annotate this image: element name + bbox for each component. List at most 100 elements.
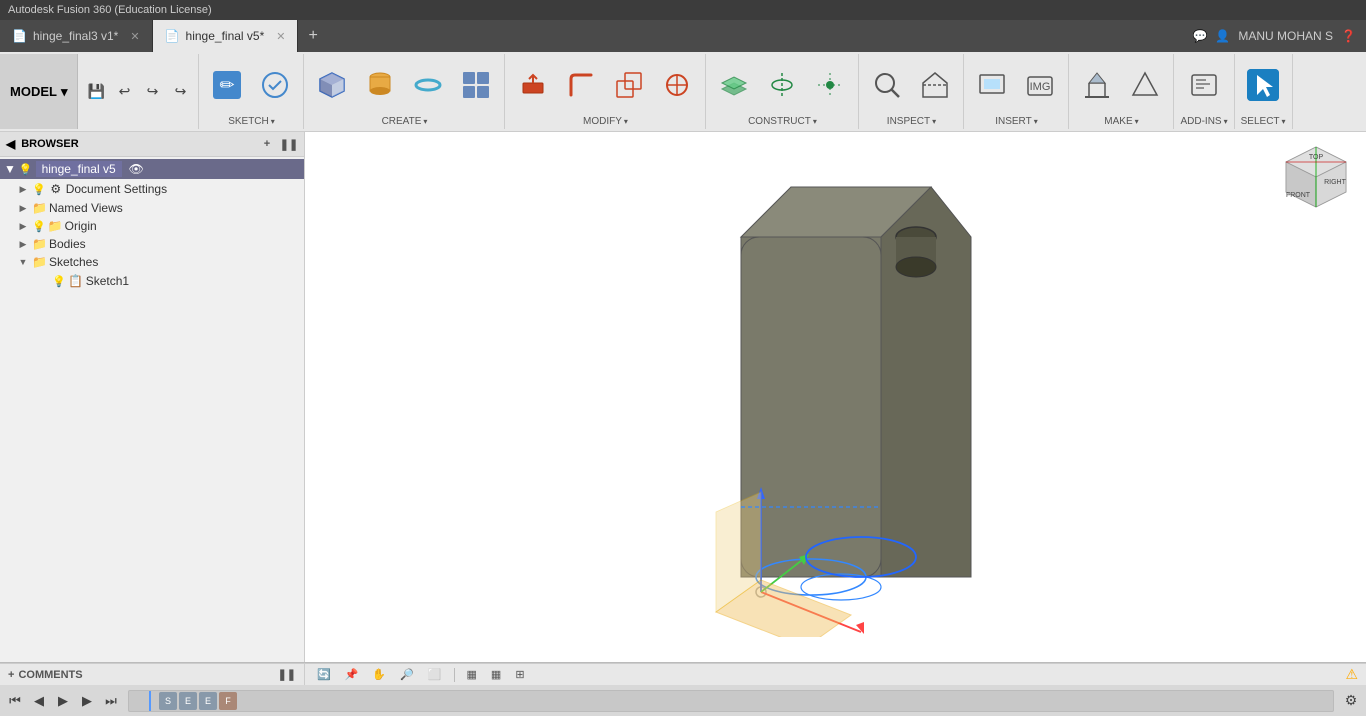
sketch-button[interactable]: ✏ bbox=[205, 65, 249, 105]
timeline-last-button[interactable]: ⏭ bbox=[100, 690, 122, 712]
timeline-prev-icon: ◀ bbox=[34, 693, 44, 709]
section-analysis-button[interactable] bbox=[913, 65, 957, 105]
create-more-button[interactable] bbox=[454, 65, 498, 105]
browser-item-named-views[interactable]: ▶ 📁 Named Views bbox=[0, 199, 304, 217]
comments-collapse-button[interactable]: ❚❚ bbox=[278, 668, 296, 681]
undo-button[interactable]: ↩ bbox=[112, 80, 136, 104]
icon-sketch1: 📋 bbox=[68, 273, 84, 289]
make-3d-print-button[interactable] bbox=[1075, 65, 1119, 105]
sketch-items: ✏ bbox=[205, 56, 297, 114]
insert-decal-button[interactable]: IMG bbox=[1018, 65, 1062, 105]
browser-item-doc-settings[interactable]: ▶ 💡 ⚙ Document Settings bbox=[0, 179, 304, 199]
account-icon[interactable]: 👤 bbox=[1215, 29, 1230, 43]
tab-close-2[interactable]: ✕ bbox=[276, 30, 285, 43]
addins-scripts-button[interactable] bbox=[1182, 65, 1226, 105]
browser-more-button[interactable]: ❚❚ bbox=[280, 135, 298, 153]
timeline-next-button[interactable]: ▶ bbox=[76, 690, 98, 712]
select-label[interactable]: SELECT ▾ bbox=[1241, 116, 1286, 127]
inspect-items bbox=[865, 56, 957, 114]
redo-button-2[interactable]: ↪ bbox=[168, 80, 192, 104]
comments-label: COMMENTS bbox=[18, 669, 82, 681]
new-tab-button[interactable]: + bbox=[298, 20, 327, 52]
addins-scripts-icon bbox=[1188, 69, 1220, 101]
finish-sketch-button[interactable] bbox=[253, 65, 297, 105]
timeline-item-1[interactable]: S bbox=[159, 692, 177, 710]
model-dropdown[interactable]: MODEL ▾ bbox=[0, 54, 78, 129]
sketch-label[interactable]: SKETCH ▾ bbox=[228, 116, 275, 127]
warning-icon[interactable]: ⚠ bbox=[1345, 666, 1358, 683]
tab-hinge-final3[interactable]: 📄 hinge_final3 v1* ✕ bbox=[0, 20, 153, 52]
select-button[interactable] bbox=[1241, 65, 1285, 105]
timeline-item-4[interactable]: F bbox=[219, 692, 237, 710]
quick-toolbar: 💾 ↩ ↪ ↪ bbox=[78, 54, 199, 129]
timeline-settings-button[interactable]: ⚙ bbox=[1340, 690, 1362, 712]
insert-canvas-button[interactable] bbox=[970, 65, 1014, 105]
app-title: Autodesk Fusion 360 (Education License) bbox=[8, 4, 212, 16]
timeline-first-button[interactable]: ⏮ bbox=[4, 690, 26, 712]
tab-close-1[interactable]: ✕ bbox=[130, 30, 139, 43]
timeline-prev-button[interactable]: ◀ bbox=[28, 690, 50, 712]
tab-hinge-final-v5[interactable]: 📄 hinge_final v5* ✕ bbox=[153, 20, 299, 52]
expand-icon-bodies: ▶ bbox=[16, 239, 30, 250]
timeline-item-3[interactable]: E bbox=[199, 692, 217, 710]
timeline-play-button[interactable]: ▶ bbox=[52, 690, 74, 712]
create-torus-button[interactable] bbox=[406, 65, 450, 105]
browser-item-sketches[interactable]: ▼ 📁 Sketches bbox=[0, 253, 304, 271]
nav-zoom-button[interactable]: 🔎 bbox=[396, 667, 418, 682]
inspect-label[interactable]: INSPECT ▾ bbox=[887, 116, 936, 127]
create-cylinder-button[interactable] bbox=[358, 65, 402, 105]
construct-point-button[interactable] bbox=[808, 65, 852, 105]
combine-button[interactable] bbox=[607, 65, 651, 105]
notification-icon[interactable]: 💬 bbox=[1192, 29, 1207, 43]
browser-add-button[interactable]: + bbox=[258, 135, 276, 153]
nav-fit-button[interactable]: ⬜ bbox=[424, 667, 446, 682]
make-section: MAKE ▾ bbox=[1069, 54, 1174, 129]
addins-label[interactable]: ADD-INS ▾ bbox=[1180, 116, 1227, 127]
press-pull-button[interactable] bbox=[511, 65, 555, 105]
browser-item-origin[interactable]: ▶ 💡 📁 Origin bbox=[0, 217, 304, 235]
timeline-marker bbox=[149, 691, 151, 711]
help-icon[interactable]: ❓ bbox=[1341, 29, 1356, 43]
addins-arrow: ▾ bbox=[1224, 117, 1228, 126]
grid-button[interactable]: ▦ bbox=[487, 667, 505, 682]
construct-axis-button[interactable] bbox=[760, 65, 804, 105]
insert-items: IMG bbox=[970, 56, 1062, 114]
tab-icon-2: 📄 bbox=[165, 29, 180, 43]
construct-arrow: ▾ bbox=[813, 117, 817, 126]
redo-button[interactable]: ↪ bbox=[140, 80, 164, 104]
measure-button[interactable] bbox=[655, 65, 699, 105]
timeline-item-2[interactable]: E bbox=[179, 692, 197, 710]
construct-section: CONSTRUCT ▾ bbox=[706, 54, 859, 129]
modify-label[interactable]: MODIFY ▾ bbox=[583, 116, 628, 127]
timeline-content[interactable]: S E E F bbox=[128, 690, 1334, 712]
make-label[interactable]: MAKE ▾ bbox=[1104, 116, 1138, 127]
root-eye-icon[interactable]: 👁 bbox=[129, 162, 144, 176]
create-box-button[interactable] bbox=[310, 65, 354, 105]
viewport[interactable]: TOP RIGHT FRONT bbox=[305, 132, 1366, 662]
nav-pan-capture-icon: 📌 bbox=[345, 668, 359, 681]
browser-item-bodies[interactable]: ▶ 📁 Bodies bbox=[0, 235, 304, 253]
fillet-button[interactable] bbox=[559, 65, 603, 105]
browser-item-sketch1[interactable]: 💡 📋 Sketch1 bbox=[0, 271, 304, 291]
construct-label[interactable]: CONSTRUCT ▾ bbox=[748, 116, 817, 127]
create-label[interactable]: CREATE ▾ bbox=[382, 116, 428, 127]
display-mode-button[interactable]: ▦ bbox=[463, 667, 481, 682]
nav-orbit-button[interactable]: 🔄 bbox=[313, 667, 335, 682]
make-laser-button[interactable] bbox=[1123, 65, 1167, 105]
insert-label[interactable]: INSERT ▾ bbox=[995, 116, 1038, 127]
construct-plane-button[interactable] bbox=[712, 65, 756, 105]
save-button[interactable]: 💾 bbox=[84, 80, 108, 104]
comments-add-button[interactable]: + bbox=[8, 669, 14, 681]
view-grid-button[interactable]: ⊞ bbox=[511, 667, 528, 682]
browser-collapse-button[interactable]: ◀ bbox=[6, 137, 15, 151]
nav-pan-button[interactable]: ✋ bbox=[368, 667, 390, 682]
nav-pan-capture-button[interactable]: 📌 bbox=[341, 667, 363, 682]
viewcube[interactable]: TOP RIGHT FRONT bbox=[1276, 142, 1356, 222]
sketch-section: ✏ SKETCH ▾ bbox=[199, 54, 304, 129]
inspect-measure-button[interactable] bbox=[865, 65, 909, 105]
create-section: CREATE ▾ bbox=[304, 54, 505, 129]
tab-label-2: hinge_final v5* bbox=[186, 29, 265, 43]
browser-root-item[interactable]: ▼ 💡 hinge_final v5 👁 bbox=[0, 159, 304, 179]
browser-header: ◀ BROWSER + ❚❚ bbox=[0, 132, 304, 157]
icon-doc-settings: ⚙ bbox=[48, 181, 64, 197]
